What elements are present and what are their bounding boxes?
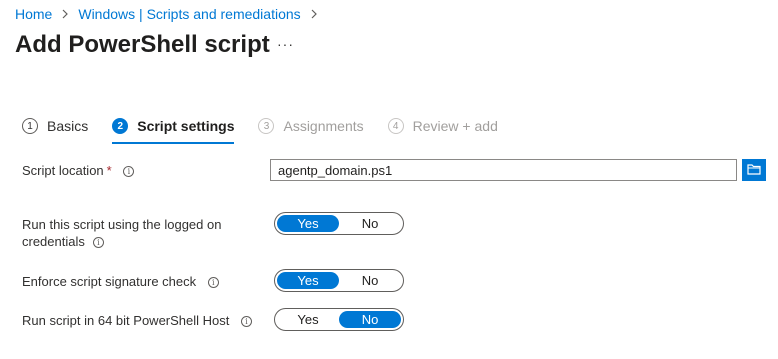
script-location-label: Script location * i [22, 162, 135, 179]
step-number: 4 [387, 118, 404, 134]
step-assignments[interactable]: 3 Assignments [258, 116, 364, 136]
no-option[interactable]: No [339, 215, 401, 232]
browse-file-button[interactable] [742, 159, 766, 181]
step-number: 1 [22, 118, 38, 134]
enforce-signature-text: Enforce script signature check [22, 274, 197, 289]
folder-icon [747, 163, 761, 178]
no-option[interactable]: No [339, 311, 401, 328]
info-icon[interactable]: i [207, 277, 219, 289]
info-icon[interactable]: i [241, 316, 252, 328]
enforce-signature-label: Enforce script signature check i [22, 273, 219, 290]
enforce-signature-toggle[interactable]: Yes No [274, 269, 404, 292]
step-number: 2 [112, 118, 129, 134]
step-review-add[interactable]: 4 Review + add [387, 116, 498, 136]
yes-option[interactable]: Yes [277, 311, 339, 328]
step-label: Basics [47, 118, 89, 134]
breadcrumb: Home Windows | Scripts and remediations [15, 6, 327, 22]
wizard-steps: 1 Basics 2 Script settings 3 Assignments… [22, 116, 522, 144]
step-label: Assignments [283, 118, 364, 134]
breadcrumb-home-link[interactable]: Home [15, 6, 52, 22]
breadcrumb-section-link[interactable]: Windows | Scripts and remediations [78, 6, 300, 22]
run-64bit-label: Run script in 64 bit PowerShell Host i [22, 312, 252, 329]
chevron-right-icon [61, 9, 69, 19]
yes-option[interactable]: Yes [277, 215, 339, 232]
run-logged-on-label: Run this script using the logged on cred… [22, 216, 221, 250]
yes-option[interactable]: Yes [277, 272, 339, 289]
no-option[interactable]: No [339, 272, 401, 289]
chevron-right-icon [310, 9, 318, 19]
script-location-field[interactable]: agentp_domain.ps1 [270, 159, 737, 181]
info-icon[interactable]: i [92, 237, 104, 249]
more-options-button[interactable]: ··· [277, 36, 294, 52]
run-64bit-text: Run script in 64 bit PowerShell Host [22, 313, 230, 328]
step-label: Review + add [412, 118, 498, 134]
info-icon[interactable]: i [123, 166, 135, 178]
run-64bit-toggle[interactable]: Yes No [274, 308, 404, 331]
run-logged-on-line2: credentials [22, 234, 85, 249]
run-logged-on-toggle[interactable]: Yes No [274, 212, 404, 235]
step-script-settings[interactable]: 2 Script settings [112, 116, 235, 144]
step-basics[interactable]: 1 Basics [22, 116, 88, 136]
step-number: 3 [258, 118, 275, 134]
step-label: Script settings [137, 118, 235, 134]
run-logged-on-line1: Run this script using the logged on [22, 217, 222, 232]
script-location-value: agentp_domain.ps1 [278, 162, 393, 178]
page-title: Add PowerShell script [15, 31, 270, 58]
script-location-text: Script location [22, 163, 104, 178]
required-marker: * [106, 163, 112, 178]
